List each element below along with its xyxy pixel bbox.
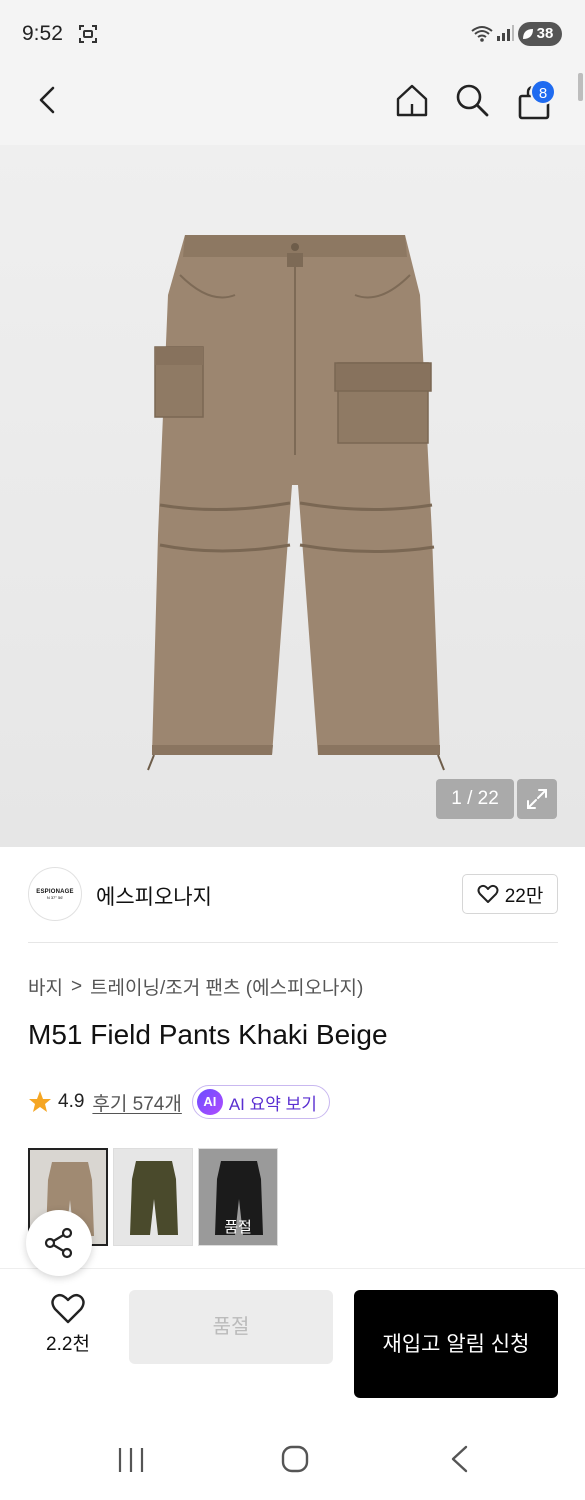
- signal-icon: [497, 25, 514, 41]
- restock-alert-button[interactable]: 재입고 알림 신청: [354, 1290, 558, 1398]
- brand-name[interactable]: 에스피오나지: [96, 881, 212, 911]
- ai-icon: AI: [196, 1089, 223, 1115]
- expand-icon: [527, 789, 547, 809]
- wifi-icon: [471, 26, 493, 42]
- expand-image-button[interactable]: [517, 779, 557, 819]
- product-title: M51 Field Pants Khaki Beige: [28, 1019, 388, 1050]
- rating-row: 4.9 후기 574개 AI AI 요약 보기: [28, 1084, 330, 1120]
- chevron-left-icon: [39, 86, 55, 114]
- color-swatch-olive[interactable]: [113, 1148, 193, 1246]
- brand-row[interactable]: ESPIONAGE N 37° 56' 에스피오나지 22만: [28, 867, 558, 923]
- back-nav-icon[interactable]: [448, 1444, 470, 1474]
- back-button[interactable]: [26, 78, 70, 122]
- breadcrumb-category[interactable]: 바지: [28, 973, 63, 1000]
- screenshot-icon: [79, 25, 97, 43]
- breadcrumb: 바지 > 트레이닝/조거 팬츠 (에스피오나지): [28, 973, 363, 1000]
- app-header: [0, 70, 585, 145]
- product-image-gallery[interactable]: [0, 145, 585, 847]
- breadcrumb-subcategory[interactable]: 트레이닝/조거 팬츠 (에스피오나지): [90, 973, 363, 1000]
- system-nav-bar: [0, 1418, 585, 1500]
- cart-count-badge: 8: [530, 79, 556, 105]
- brand-like-count: 22만: [504, 885, 544, 907]
- color-swatch-black[interactable]: 품절: [198, 1148, 278, 1246]
- product-image: [147, 235, 445, 771]
- rating-value: 4.9: [58, 1091, 85, 1112]
- soldout-button: 품절: [129, 1290, 333, 1364]
- wishlist-count: 2.2천: [46, 1334, 90, 1355]
- swatch-soldout-label: 품절: [224, 1219, 252, 1236]
- recent-apps-icon[interactable]: [116, 1446, 146, 1474]
- home-icon: [396, 84, 428, 117]
- ai-summary-label: AI 요약 보기: [228, 1094, 317, 1114]
- brand-logo-sub: N 37° 56': [46, 894, 64, 900]
- star-icon: [29, 1091, 51, 1112]
- wishlist-button[interactable]: 2.2천: [30, 1293, 106, 1363]
- review-link[interactable]: 후기 574개: [92, 1089, 181, 1116]
- search-icon: [456, 84, 489, 117]
- brand-logo[interactable]: ESPIONAGE N 37° 56': [28, 867, 82, 921]
- swatch-image: [130, 1161, 178, 1235]
- heart-icon: [477, 884, 499, 903]
- home-nav-icon[interactable]: [280, 1444, 310, 1474]
- share-icon: [44, 1227, 73, 1259]
- battery-saver-icon: [523, 29, 533, 39]
- status-time: 9:52: [22, 22, 63, 45]
- breadcrumb-separator: >: [70, 975, 83, 997]
- status-bar: 9:52 38: [0, 0, 585, 70]
- divider: [28, 942, 558, 943]
- search-button[interactable]: [450, 78, 494, 122]
- ai-summary-button[interactable]: AI AI 요약 보기: [191, 1085, 330, 1119]
- image-counter: 1 / 22: [436, 779, 514, 819]
- heart-icon: [51, 1293, 85, 1324]
- brand-like-button[interactable]: 22만: [462, 874, 558, 914]
- home-button[interactable]: [390, 78, 434, 122]
- share-button[interactable]: [26, 1210, 92, 1276]
- scroll-indicator: [578, 73, 583, 101]
